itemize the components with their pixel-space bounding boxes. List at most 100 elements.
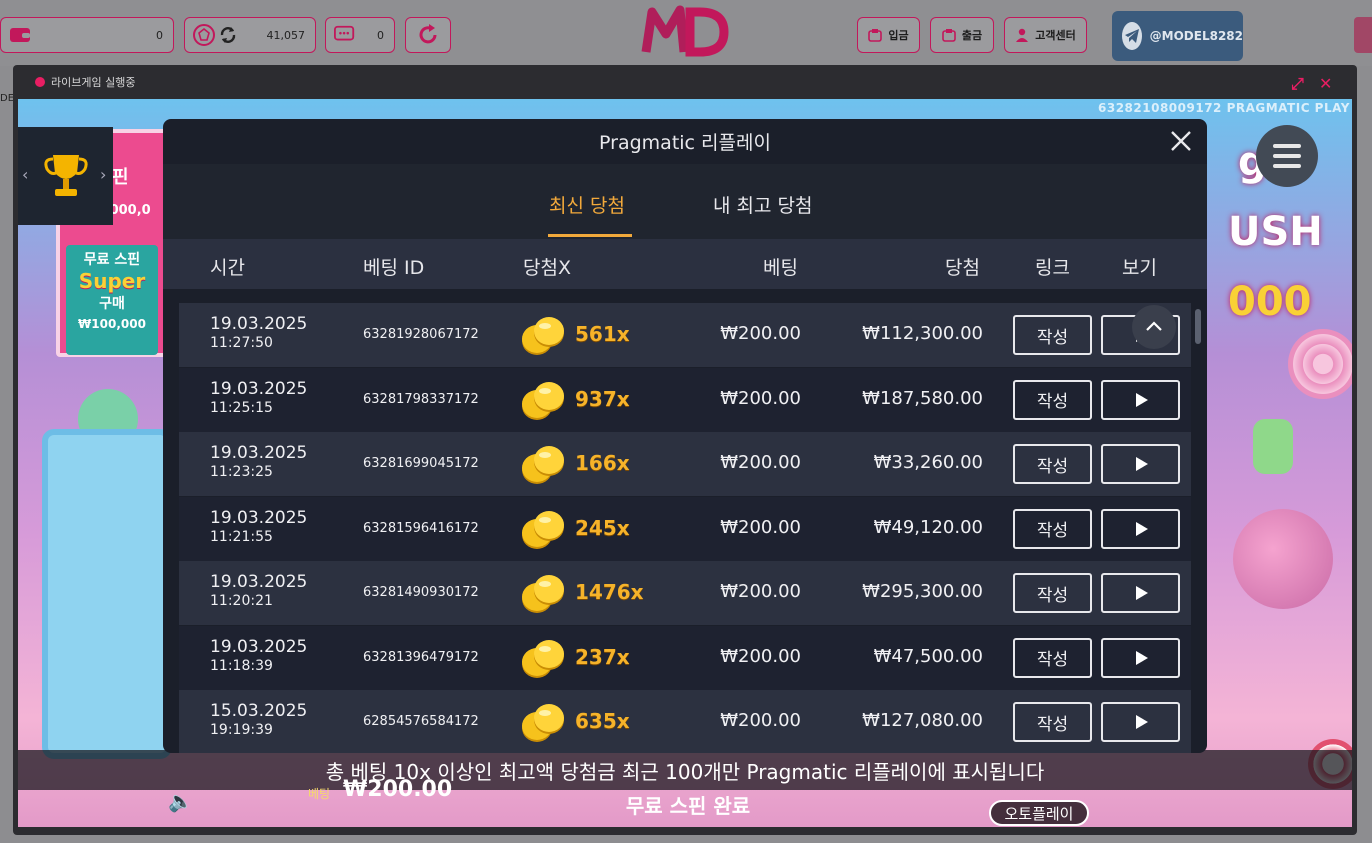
coins-icon xyxy=(519,442,569,486)
row-bet-id: 62854576584172 xyxy=(363,714,479,729)
play-replay-button[interactable] xyxy=(1101,379,1180,420)
game-window-bar: 라이브게임 실행중 ⤢ ✕ xyxy=(13,65,1357,99)
table-row: 19.03.2025 11:21:55 63281596416172 245x ₩200… xyxy=(179,496,1191,561)
points-balance[interactable]: 41,057 xyxy=(184,17,316,53)
modal-title: Pragmatic 리플레이 xyxy=(599,132,771,154)
promo-free-spin-text: 무료 스핀 xyxy=(83,252,141,268)
sound-icon[interactable]: 🔈 xyxy=(168,789,193,813)
expand-icon[interactable]: ⤢ xyxy=(1291,74,1304,94)
menu-line xyxy=(1273,144,1301,148)
close-game-icon[interactable]: ✕ xyxy=(1319,74,1332,93)
row-multiplier: 237x xyxy=(575,644,630,669)
messages-value: 0 xyxy=(377,28,384,42)
tournament-widget[interactable]: ‹ › xyxy=(18,127,113,225)
share-button[interactable]: 작성 xyxy=(1013,444,1092,484)
row-bet-id: 63281596416172 xyxy=(363,520,479,536)
messages-count[interactable]: 0 xyxy=(325,17,395,53)
row-bet: ₩200.00 xyxy=(720,516,801,538)
coins-icon xyxy=(519,507,569,551)
row-date: 15.03.2025 xyxy=(210,701,308,721)
deposit-button[interactable]: 입금 xyxy=(857,17,920,53)
withdraw-button[interactable]: 출금 xyxy=(930,17,994,53)
autoplay-label: 오토플레이 xyxy=(1004,804,1074,823)
tab-latest-wins[interactable]: 최신 당첨 xyxy=(549,191,625,218)
live-indicator-icon xyxy=(35,77,45,87)
share-button[interactable]: 작성 xyxy=(1013,637,1092,678)
row-multiplier: 635x xyxy=(575,709,630,733)
share-button[interactable]: 작성 xyxy=(1013,573,1092,613)
row-bet: ₩200.00 xyxy=(720,387,801,409)
table-header: 시간 베팅 ID 당첨X 베팅 당첨 링크 보기 xyxy=(163,239,1207,289)
row-multiplier: 937x xyxy=(575,386,630,411)
side-menu-tab[interactable] xyxy=(1354,17,1372,53)
next-arrow-icon[interactable]: › xyxy=(100,165,106,184)
prev-arrow-icon[interactable]: ‹ xyxy=(22,165,28,184)
withdraw-icon xyxy=(942,29,956,42)
share-button[interactable]: 작성 xyxy=(1013,379,1092,420)
table-row: 19.03.2025 11:23:25 63281699045172 166x ₩200… xyxy=(179,432,1191,496)
play-replay-button[interactable] xyxy=(1101,702,1180,742)
telegram-handle: @MODEL8282 xyxy=(1149,29,1243,43)
bet-value: ₩200.00 xyxy=(343,777,453,802)
game-menu-button[interactable] xyxy=(1256,125,1318,187)
share-button[interactable]: 작성 xyxy=(1013,702,1092,742)
coins-icon xyxy=(519,700,569,744)
chat-icon xyxy=(334,24,356,46)
row-multiplier: 1476x xyxy=(575,580,644,604)
scrollbar-thumb[interactable] xyxy=(1195,309,1201,344)
promo-amount-text: ₩100,000 xyxy=(78,317,146,331)
row-bet-id: 63281396479172 xyxy=(363,649,479,665)
col-multiplier: 당첨X xyxy=(523,257,571,279)
play-replay-button[interactable] xyxy=(1101,444,1180,484)
super-buy-panel[interactable]: 무료 스핀 Super 구매 ₩100,000 xyxy=(66,245,158,355)
title-art-line-2: USH xyxy=(1228,209,1323,255)
row-win: ₩187,580.00 xyxy=(862,387,983,409)
row-time: 11:21:55 xyxy=(210,528,273,545)
candy-machine-art xyxy=(42,429,172,759)
play-replay-button[interactable] xyxy=(1101,508,1180,549)
wallet-balance[interactable]: 0 xyxy=(0,17,174,53)
row-win: ₩112,300.00 xyxy=(862,323,983,344)
row-multiplier: 561x xyxy=(575,322,630,346)
autoplay-button[interactable]: 오토플레이 xyxy=(989,800,1089,826)
free-spin-status: 무료 스핀 완료 xyxy=(625,794,751,818)
play-replay-button[interactable] xyxy=(1101,637,1180,678)
scroll-top-button[interactable] xyxy=(1132,305,1176,349)
coins-icon xyxy=(519,378,569,422)
withdraw-label: 출금 xyxy=(961,29,983,42)
telegram-button[interactable]: @MODEL8282 xyxy=(1112,11,1243,61)
site-logo[interactable] xyxy=(640,4,730,64)
table-row: 19.03.2025 11:27:50 63281928067172 561x ₩200… xyxy=(179,303,1191,367)
left-edge-text: DE xyxy=(0,93,15,104)
row-bet-id: 63281699045172 xyxy=(363,456,479,471)
table-row: 15.03.2025 19:19:39 62854576584172 635x ₩200… xyxy=(179,690,1191,753)
title-art-line-3: 000 xyxy=(1228,279,1312,325)
col-win: 당첨 xyxy=(945,257,980,279)
reload-button[interactable] xyxy=(405,17,451,53)
bet-label: 베팅 xyxy=(308,787,331,801)
reload-icon xyxy=(419,24,437,44)
tab-my-best-wins[interactable]: 내 최고 당첨 xyxy=(713,191,812,218)
row-bet-id: 63281798337172 xyxy=(363,391,479,407)
row-date: 19.03.2025 xyxy=(210,572,308,592)
row-time: 11:25:15 xyxy=(210,399,273,416)
refresh-small-icon[interactable] xyxy=(217,24,239,46)
modal-tabs: 최신 당첨 내 최고 당첨 xyxy=(163,164,1207,239)
share-button[interactable]: 작성 xyxy=(1013,508,1092,549)
deposit-label: 입금 xyxy=(888,29,909,42)
row-time: 11:18:39 xyxy=(210,657,273,674)
wins-table-body[interactable]: 19.03.2025 11:27:50 63281928067172 561x ₩200… xyxy=(179,289,1191,753)
gummy-decoration xyxy=(1253,419,1293,474)
modal-close-button[interactable] xyxy=(1165,125,1197,157)
play-replay-button[interactable] xyxy=(1101,573,1180,613)
modal-header: Pragmatic 리플레이 xyxy=(163,119,1207,164)
table-row: 19.03.2025 11:18:39 63281396479172 237x ₩200… xyxy=(179,625,1191,690)
close-icon xyxy=(1171,131,1191,151)
col-bet: 베팅 xyxy=(763,257,798,279)
live-status-text: 라이브게임 실행중 xyxy=(51,76,136,89)
coins-icon xyxy=(519,313,569,357)
support-button[interactable]: 고객센터 xyxy=(1004,17,1087,53)
play-icon xyxy=(1135,650,1148,665)
share-button[interactable]: 작성 xyxy=(1013,315,1092,355)
wallet-icon xyxy=(9,24,31,46)
